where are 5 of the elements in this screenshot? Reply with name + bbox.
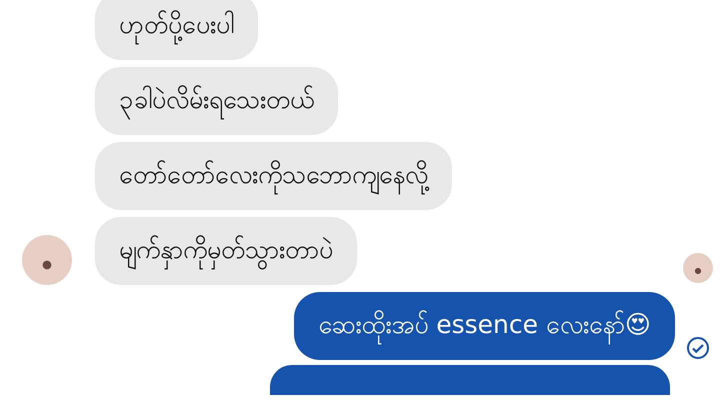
message-text: ဟုတ်ပို့ပေးပါ: [119, 8, 234, 44]
message-text: ၃ခါပဲလိမ်းရသေးတယ်: [119, 82, 314, 120]
message-text: တော်တော်လေးကိုသဘောကျနေလို့: [119, 158, 428, 194]
message-text: မျက်နှာကိုမှတ်သွားတာပဲ: [119, 232, 333, 270]
message-text: ဆေးထိုးအပ် essence လေးနော်😍: [318, 308, 651, 344]
